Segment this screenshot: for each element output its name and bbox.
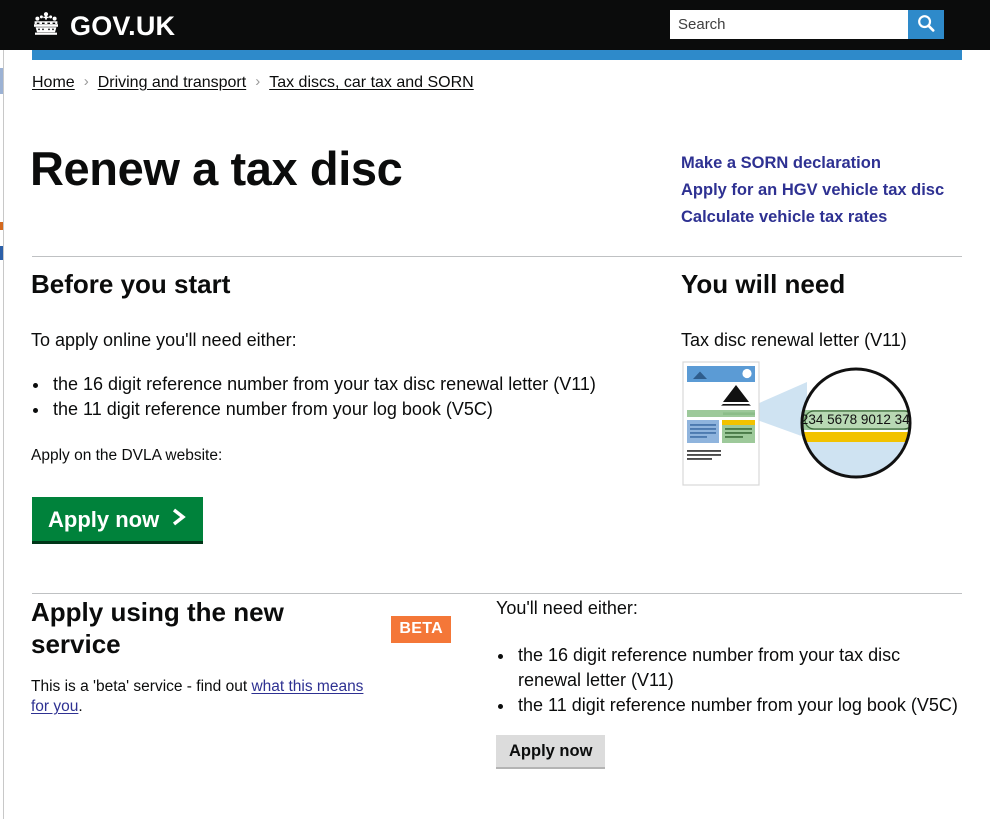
related-link-calculate-tax-rates[interactable]: Calculate vehicle tax rates [681,204,966,231]
left-sliver-segment-blue-2 [0,246,3,260]
left-sliver-segment-blue [0,68,3,94]
before-you-start-bullets: the 16 digit reference number from your … [31,372,631,422]
beta-right-bullets: the 16 digit reference number from your … [496,643,966,718]
govuk-logo-text: GOV.UK [70,10,176,41]
list-item: the 16 digit reference number from your … [50,372,631,397]
apply-on-dvla-text: Apply on the DVLA website: [31,447,223,464]
status-badge: BETA [391,615,451,643]
you-will-need-heading: You will need [681,269,846,299]
search-input[interactable] [670,10,908,39]
you-will-need-lead: Tax disc renewal letter (V11) [681,330,907,350]
related-link-sorn-declaration[interactable]: Make a SORN declaration [681,150,966,177]
list-item: the 11 digit reference number from your … [50,397,631,422]
header-blue-rule [32,50,962,60]
site-search-form [670,10,944,39]
govuk-logo-link[interactable]: GOV.UK [30,10,175,41]
list-item: the 11 digit reference number from your … [515,693,966,718]
related-links-list: Make a SORN declaration Apply for an HGV… [681,150,966,231]
illustration-reference-number: 1234 5678 9012 3456 [793,412,921,427]
crown-icon [30,10,62,41]
divider-above-before-you-start [32,256,962,257]
beta-heading-row: Apply using the new service BETA [31,596,451,660]
breadcrumb-chevron-icon-2: › [255,73,261,90]
before-you-start-heading: Before you start [31,269,231,299]
breadcrumb-item-home[interactable]: Home [32,73,75,93]
divider-above-beta-section [32,593,962,594]
beta-heading: Apply using the new service [31,597,284,659]
related-link-hgv-tax-disc[interactable]: Apply for an HGV vehicle tax disc [681,177,966,204]
breadcrumb-chevron-icon: › [83,73,89,90]
beta-apply-now-button[interactable]: Apply now [496,735,606,769]
apply-now-button-label: Apply now [48,506,160,532]
breadcrumb-item-driving-and-transport[interactable]: Driving and transport [98,73,247,93]
you-will-need-section: You will need Tax disc renewal letter (V… [681,268,966,353]
beta-section-left: Apply using the new service BETA This is… [31,596,451,733]
global-header: GOV.UK [0,0,990,50]
list-item: the 16 digit reference number from your … [515,643,966,693]
beta-section-right: You'll need either: the 16 digit referen… [496,596,966,718]
breadcrumb-item-tax-discs[interactable]: Tax discs, car tax and SORN [269,73,474,93]
left-sliver-segment-orange [0,222,3,230]
search-submit-button[interactable] [908,10,944,39]
beta-note: This is a 'beta' service - find out what… [31,677,383,717]
beta-note-prefix: This is a 'beta' service - find out [31,678,252,695]
search-icon [917,14,935,35]
beta-note-suffix: . [78,698,83,715]
breadcrumb: Home › Driving and transport › Tax discs… [32,73,474,93]
tax-disc-letter-illustration: 1234 5678 9012 3456 [681,360,921,495]
chevron-right-icon [171,507,187,532]
before-you-start-lead: To apply online you'll need either: [31,330,297,350]
left-edge-sliver [0,50,4,819]
apply-now-button[interactable]: Apply now [32,497,204,544]
before-you-start-section: Before you start To apply online you'll … [31,268,631,466]
beta-right-lead: You'll need either: [496,598,638,618]
page-title: Renew a tax disc [30,142,403,195]
